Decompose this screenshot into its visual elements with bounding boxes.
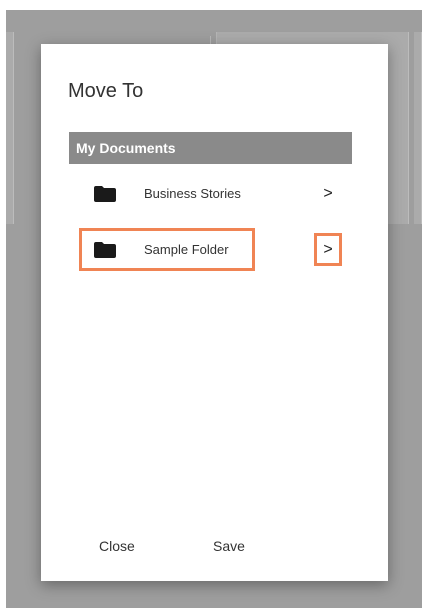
save-button[interactable]: Save [213,538,245,554]
folder-icon [94,186,116,202]
close-button[interactable]: Close [99,538,135,554]
background-card [414,32,422,224]
screen: Move To My Documents Business Stories > … [0,0,422,608]
dialog-title: Move To [68,80,144,102]
folder-label: Business Stories [144,186,241,201]
folder-row-sample-folder[interactable]: Sample Folder > [69,230,352,270]
background-card [6,32,14,224]
current-folder-header: My Documents [69,132,352,164]
folder-row-business-stories[interactable]: Business Stories > [69,174,352,214]
move-to-dialog: Move To My Documents Business Stories > … [41,44,388,581]
chevron-right-icon[interactable]: > [319,240,337,260]
folder-icon [94,242,116,258]
folder-label: Sample Folder [144,242,229,257]
chevron-right-icon[interactable]: > [319,184,337,204]
